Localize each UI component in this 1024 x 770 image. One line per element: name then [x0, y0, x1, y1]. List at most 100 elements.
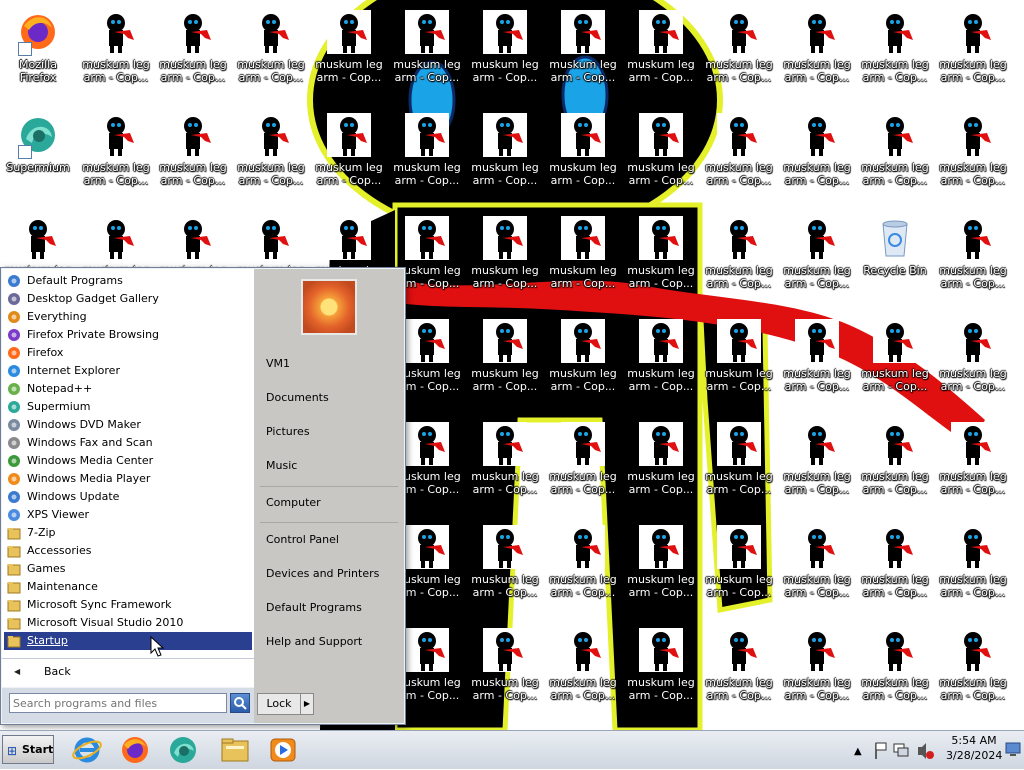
recycle-bin-icon[interactable]: Recycle Bin	[857, 208, 933, 308]
program-item[interactable]: Windows Update	[4, 488, 252, 506]
muskum-file-icon[interactable]: muskum leg arm - Cop...	[935, 517, 1011, 617]
muskum-file-icon[interactable]: muskum leg arm - Cop...	[623, 208, 699, 308]
muskum-file-icon[interactable]: muskum leg arm - Cop...	[701, 414, 777, 514]
program-item[interactable]: Windows Media Center	[4, 452, 252, 470]
program-item[interactable]: Notepad++	[4, 380, 252, 398]
windows-explorer-icon[interactable]	[218, 733, 252, 767]
search-icon[interactable]	[230, 693, 250, 713]
program-item[interactable]: Games	[4, 560, 252, 578]
shutdown-options-arrow-icon[interactable]: ▶	[300, 693, 314, 715]
program-item[interactable]: Default Programs	[4, 272, 252, 290]
program-item[interactable]: Maintenance	[4, 578, 252, 596]
music-link[interactable]: Music	[266, 459, 297, 472]
muskum-file-icon[interactable]: muskum leg arm - Cop...	[623, 105, 699, 205]
muskum-file-icon[interactable]: muskum leg arm - Cop...	[701, 105, 777, 205]
muskum-file-icon[interactable]: muskum leg arm - Cop...	[935, 208, 1011, 308]
muskum-file-icon[interactable]: muskum leg arm - Cop...	[467, 105, 543, 205]
muskum-file-icon[interactable]: muskum leg arm - Cop...	[545, 208, 621, 308]
muskum-file-icon[interactable]: muskum leg arm - Cop...	[779, 414, 855, 514]
start-button[interactable]: ⊞ Start	[2, 735, 54, 764]
muskum-file-icon[interactable]: muskum leg arm - Cop...	[779, 105, 855, 205]
internet-explorer-icon[interactable]	[70, 733, 104, 767]
media-player-icon[interactable]	[266, 733, 300, 767]
documents-link[interactable]: Documents	[266, 391, 329, 404]
muskum-file-icon[interactable]: muskum leg arm - Cop...	[857, 517, 933, 617]
user-picture-flower[interactable]	[301, 279, 357, 335]
muskum-file-icon[interactable]: muskum leg arm - Cop...	[155, 2, 231, 102]
firefox-desktop-icon[interactable]: Mozilla Firefox	[0, 2, 76, 102]
muskum-file-icon[interactable]: muskum leg arm - Cop...	[155, 105, 231, 205]
supermium-desktop-icon[interactable]: Supermium	[0, 105, 76, 205]
program-item[interactable]: Accessories	[4, 542, 252, 560]
muskum-file-icon[interactable]: muskum leg arm - Cop...	[701, 2, 777, 102]
supermium-icon[interactable]	[166, 733, 200, 767]
muskum-file-icon[interactable]: muskum leg arm - Cop...	[467, 620, 543, 720]
muskum-file-icon[interactable]: muskum leg arm - Cop...	[701, 208, 777, 308]
muskum-file-icon[interactable]: muskum leg arm - Cop...	[623, 517, 699, 617]
program-item[interactable]: Desktop Gadget Gallery	[4, 290, 252, 308]
muskum-file-icon[interactable]: muskum leg arm - Cop...	[467, 414, 543, 514]
muskum-file-icon[interactable]: muskum leg arm - Cop...	[545, 517, 621, 617]
muskum-file-icon[interactable]: muskum leg arm - Cop...	[779, 208, 855, 308]
muskum-file-icon[interactable]: muskum leg arm - Cop...	[779, 517, 855, 617]
muskum-file-icon[interactable]: muskum leg arm - Cop...	[623, 620, 699, 720]
muskum-file-icon[interactable]: muskum leg arm - Cop...	[545, 105, 621, 205]
muskum-file-icon[interactable]: muskum leg arm - Cop...	[389, 105, 465, 205]
muskum-file-icon[interactable]: muskum leg arm - Cop...	[467, 2, 543, 102]
muskum-file-icon[interactable]: muskum leg arm - Cop...	[311, 2, 387, 102]
muskum-file-icon[interactable]: muskum leg arm - Cop...	[857, 414, 933, 514]
pictures-link[interactable]: Pictures	[266, 425, 310, 438]
muskum-file-icon[interactable]: muskum leg arm - Cop...	[311, 105, 387, 205]
muskum-file-icon[interactable]: muskum leg arm - Cop...	[233, 2, 309, 102]
muskum-file-icon[interactable]: muskum leg arm - Cop...	[467, 208, 543, 308]
user-folder-link[interactable]: VM1	[266, 357, 290, 370]
program-item[interactable]: Internet Explorer	[4, 362, 252, 380]
muskum-file-icon[interactable]: muskum leg arm - Cop...	[545, 620, 621, 720]
muskum-file-icon[interactable]: muskum leg arm - Cop...	[78, 105, 154, 205]
muskum-file-icon[interactable]: muskum leg arm - Cop...	[701, 620, 777, 720]
back-button[interactable]: ◀ Back	[2, 658, 254, 685]
muskum-file-icon[interactable]: muskum leg arm - Cop...	[935, 620, 1011, 720]
help-support-link[interactable]: Help and Support	[266, 635, 362, 648]
program-item[interactable]: 7-Zip	[4, 524, 252, 542]
program-item[interactable]: Microsoft Sync Framework	[4, 596, 252, 614]
devices-printers-link[interactable]: Devices and Printers	[266, 567, 379, 580]
muskum-file-icon[interactable]: muskum leg arm - Cop...	[779, 311, 855, 411]
program-item[interactable]: Windows Media Player	[4, 470, 252, 488]
muskum-file-icon[interactable]: muskum leg arm - Cop...	[389, 2, 465, 102]
clock-date[interactable]: 3/28/2024	[946, 749, 1002, 762]
muskum-file-icon[interactable]: muskum leg arm - Cop...	[545, 311, 621, 411]
default-programs-link[interactable]: Default Programs	[266, 601, 362, 614]
muskum-file-icon[interactable]: muskum leg arm - Cop...	[545, 414, 621, 514]
muskum-file-icon[interactable]: muskum leg arm - Cop...	[467, 311, 543, 411]
program-item[interactable]: Firefox Private Browsing	[4, 326, 252, 344]
program-item[interactable]: Microsoft Visual Studio 2010	[4, 614, 252, 632]
clock-time[interactable]: 5:54 AM	[946, 734, 1002, 747]
muskum-file-icon[interactable]: muskum leg arm - Cop...	[701, 517, 777, 617]
muskum-file-icon[interactable]: muskum leg arm - Cop...	[779, 620, 855, 720]
muskum-file-icon[interactable]: muskum leg arm - Cop...	[623, 311, 699, 411]
program-item[interactable]: Firefox	[4, 344, 252, 362]
program-item[interactable]: Windows Fax and Scan	[4, 434, 252, 452]
show-desktop-button[interactable]	[1004, 733, 1022, 765]
muskum-file-icon[interactable]: muskum leg arm - Cop...	[935, 105, 1011, 205]
program-item[interactable]: Startup	[4, 632, 252, 650]
muskum-file-icon[interactable]: muskum leg arm - Cop...	[857, 620, 933, 720]
muskum-file-icon[interactable]: muskum leg arm - Cop...	[935, 414, 1011, 514]
muskum-file-icon[interactable]: muskum leg arm - Cop...	[233, 105, 309, 205]
muskum-file-icon[interactable]: muskum leg arm - Cop...	[623, 2, 699, 102]
program-item[interactable]: Supermium	[4, 398, 252, 416]
firefox-icon[interactable]	[118, 733, 152, 767]
muskum-file-icon[interactable]: muskum leg arm - Cop...	[857, 311, 933, 411]
muskum-file-icon[interactable]: muskum leg arm - Cop...	[78, 2, 154, 102]
muskum-file-icon[interactable]: muskum leg arm - Cop...	[623, 414, 699, 514]
computer-link[interactable]: Computer	[266, 496, 321, 509]
muskum-file-icon[interactable]: muskum leg arm - Cop...	[935, 311, 1011, 411]
muskum-file-icon[interactable]: muskum leg arm - Cop...	[467, 517, 543, 617]
control-panel-link[interactable]: Control Panel	[266, 533, 339, 546]
program-item[interactable]: XPS Viewer	[4, 506, 252, 524]
muskum-file-icon[interactable]: muskum leg arm - Cop...	[701, 311, 777, 411]
program-item[interactable]: Windows DVD Maker	[4, 416, 252, 434]
muskum-file-icon[interactable]: muskum leg arm - Cop...	[857, 105, 933, 205]
search-input[interactable]	[9, 693, 227, 713]
